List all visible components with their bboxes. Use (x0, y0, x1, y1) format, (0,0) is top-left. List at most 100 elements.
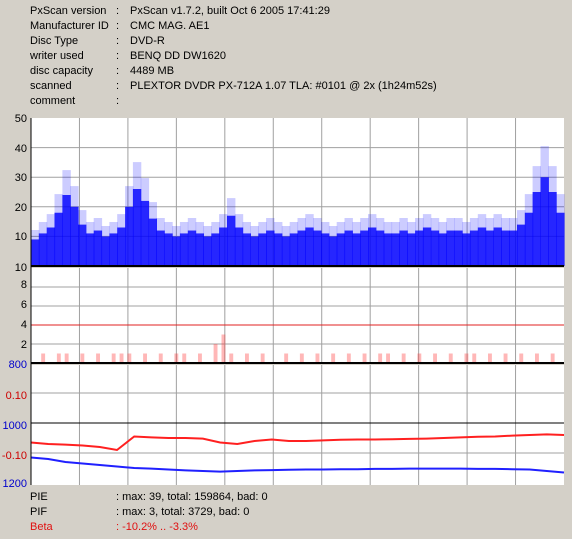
pie-bar (415, 230, 424, 266)
pie-bar (383, 233, 393, 266)
pie-bar-fringe (422, 214, 432, 228)
pie-bar-fringe (54, 194, 63, 213)
pif-bar (284, 353, 289, 363)
jitter-axis: 0.10 1000 -0.10 1200 (2, 390, 27, 487)
pie-bar-fringe (321, 222, 330, 234)
footer-key: Beta (30, 521, 53, 533)
pie-bar-fringe (524, 194, 534, 213)
pie-bar (227, 215, 236, 266)
pif-bar (550, 353, 555, 363)
pif-bar (260, 353, 265, 363)
pie-bar (422, 227, 432, 266)
pif-bar (119, 353, 124, 363)
pie-bar (438, 233, 447, 266)
pie-bar (391, 233, 400, 266)
pie-bar-fringe (532, 166, 541, 192)
pie-bar-fringe (266, 218, 275, 231)
pie-bar (454, 230, 463, 266)
pie-bar-fringe (446, 218, 455, 231)
pif-bar (64, 353, 69, 363)
pie-bar-fringe (430, 218, 440, 231)
pie-bar (179, 233, 189, 266)
pie-bar (469, 230, 479, 266)
pie-bar-fringe (132, 162, 142, 189)
scan-info-panel: PxScan version : PxScan v1.7.2, built Oc… (0, 0, 572, 112)
pie-bar-fringe (336, 222, 346, 234)
pie-bar-fringe (38, 222, 48, 234)
jitter-tick-label: -0.10 (2, 450, 27, 462)
info-separator: : (116, 20, 120, 32)
info-value: BENQ DD DW1620 (130, 50, 226, 62)
pie-bar (430, 230, 440, 266)
pif-axis: 8 6 4 2 800 (9, 279, 27, 371)
pie-bar-fringe (556, 194, 565, 213)
pie-bar (234, 227, 244, 266)
pif-bar (174, 353, 179, 363)
info-separator: : (116, 50, 120, 62)
pie-bar (274, 233, 283, 266)
pif-bar (111, 353, 116, 363)
pie-bar-fringe (415, 218, 424, 231)
pie-bar (195, 233, 204, 266)
pif-bar (464, 353, 469, 363)
stats-footer: PIE : max: 39, total: 159864, bad: 0 PIF… (0, 487, 572, 539)
pie-bar-fringe (462, 222, 471, 234)
pie-bar (46, 227, 56, 266)
pie-bar (164, 233, 173, 266)
pie-bar (172, 236, 181, 266)
pif-bar (221, 334, 226, 363)
pie-bar (125, 206, 134, 266)
pie-bar (297, 230, 306, 266)
pie-bar (281, 236, 291, 266)
pif-bar (96, 353, 100, 363)
pie-bar-fringe (328, 226, 338, 237)
pie-bar (328, 236, 338, 266)
info-separator: : (116, 35, 120, 47)
info-value: CMC MAG. AE1 (130, 20, 210, 32)
pie-bar (352, 233, 361, 266)
footer-key: PIE (30, 491, 48, 503)
jitter-tick-label: 0.10 (6, 390, 27, 402)
pie-bar (203, 236, 212, 266)
pie-bar (446, 230, 455, 266)
pie-bar-fringe (125, 186, 134, 207)
pie-bar (62, 195, 71, 266)
info-key: Manufacturer ID (30, 20, 109, 32)
pie-bar-fringe (187, 218, 197, 231)
pie-bar-fringe (477, 214, 487, 228)
pie-bar-fringe (469, 218, 479, 231)
pie-bar (258, 233, 267, 266)
pie-bar-fringe (117, 214, 126, 228)
pif-bar (535, 353, 539, 363)
pif-bar (127, 353, 132, 363)
pif-bar (56, 353, 61, 363)
pif-plot-area (31, 268, 564, 363)
pif-bar (386, 353, 390, 363)
pie-bar (140, 200, 150, 266)
pif-tick-label: 4 (21, 319, 27, 331)
info-key: scanned (30, 80, 72, 92)
pie-bar-fringe (164, 222, 173, 234)
pie-bar-fringe (46, 214, 56, 228)
pie-bar (156, 230, 165, 266)
pif-bar (346, 353, 351, 363)
pie-bar (109, 233, 118, 266)
pie-bar-fringe (509, 218, 518, 231)
pie-bar (517, 224, 526, 266)
pif-bar (472, 353, 477, 363)
pie-tick-label: 50 (15, 113, 27, 125)
pie-bar (70, 206, 79, 266)
pie-bar-fringe (485, 218, 494, 231)
pie-bar-fringe (274, 222, 283, 234)
pie-bar-fringe (78, 210, 87, 225)
pie-tick-label: 10 (15, 231, 27, 243)
pie-bar (462, 233, 471, 266)
pie-bar (132, 189, 142, 266)
pie-bar (485, 230, 494, 266)
pie-bar-fringe (438, 222, 447, 234)
pie-bar-fringe (344, 218, 353, 231)
pif-bar (331, 353, 336, 363)
pie-bar-fringe (234, 214, 244, 228)
pie-bar-fringe (517, 210, 526, 225)
info-separator: : (116, 5, 120, 17)
